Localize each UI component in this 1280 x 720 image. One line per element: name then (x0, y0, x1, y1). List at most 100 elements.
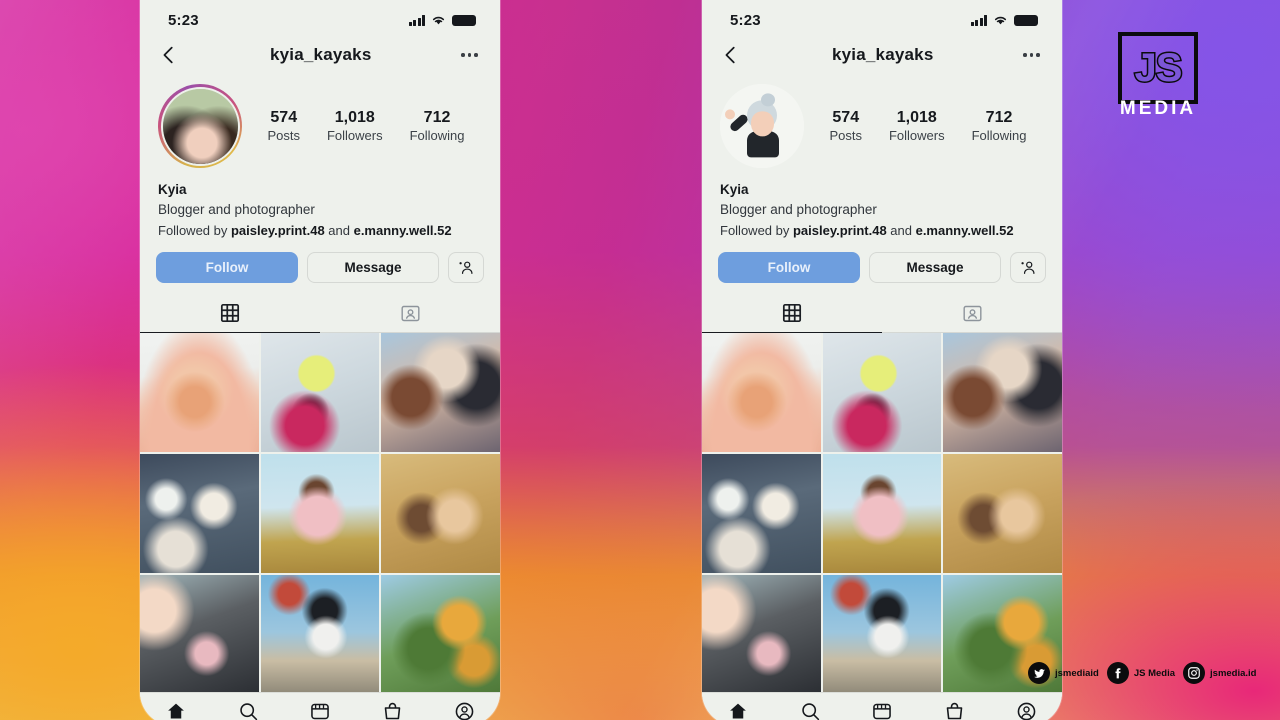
add-person-button[interactable] (448, 252, 484, 284)
status-clock: 5:23 (168, 11, 199, 29)
stats-group: 574 Posts 1,018 Followers 712 Following (242, 108, 478, 145)
stat-posts[interactable]: 574 Posts (829, 108, 862, 145)
grid-post[interactable] (822, 575, 942, 692)
social-facebook[interactable]: JS Media (1106, 662, 1175, 684)
followed-by-join: and (324, 222, 354, 238)
phone-mockup-right: 5:23 kyia_kayaks 574 Posts 1,018 Followe… (702, 0, 1062, 720)
page-title: kyia_kayaks (832, 45, 934, 64)
stat-following[interactable]: 712 Following (972, 108, 1027, 145)
status-bar: 5:23 (702, 0, 1062, 34)
mutual-follower-1[interactable]: paisley.print.48 (231, 223, 325, 238)
grid-post[interactable] (702, 333, 821, 453)
grid-post[interactable] (260, 575, 380, 692)
battery-full-icon (452, 14, 476, 26)
bio-text: Blogger and photographer (158, 202, 315, 218)
add-person-button[interactable] (1010, 252, 1046, 284)
profile-icon[interactable] (1016, 701, 1037, 720)
profile-bio: Kyia Blogger and photographer Followed b… (702, 168, 1062, 240)
back-chevron-icon[interactable] (158, 44, 180, 66)
avatar[interactable] (720, 84, 804, 168)
grid-post[interactable] (943, 454, 1062, 574)
search-icon[interactable] (800, 701, 821, 720)
phone-mockup-left: 5:23 kyia_kayaks 574 Posts 1,018 Followe… (140, 0, 500, 720)
tab-grid-posts[interactable] (140, 293, 320, 333)
shop-icon[interactable] (944, 701, 965, 720)
profile-header: kyia_kayaks (702, 34, 1062, 76)
grid-post[interactable] (381, 575, 500, 692)
battery-full-icon (1014, 14, 1038, 26)
more-options-icon[interactable] (1023, 53, 1040, 57)
search-icon[interactable] (238, 701, 259, 720)
follow-button[interactable]: Follow (156, 252, 298, 284)
display-name: Kyia (158, 182, 187, 197)
grid-post[interactable] (140, 454, 259, 574)
message-button[interactable]: Message (307, 252, 439, 284)
stat-label: Posts (267, 127, 300, 143)
add-person-icon (1021, 261, 1035, 274)
profile-tabs (702, 293, 1062, 334)
grid-post[interactable] (702, 575, 821, 692)
grid-post[interactable] (702, 454, 821, 574)
message-button[interactable]: Message (869, 252, 1001, 284)
mutual-follower-1[interactable]: paisley.print.48 (793, 223, 887, 238)
status-indicators (408, 14, 476, 26)
followed-by-prefix: Followed by (158, 222, 231, 238)
back-chevron-icon[interactable] (720, 44, 742, 66)
wifi-icon (994, 16, 1007, 25)
reels-icon[interactable] (871, 701, 893, 720)
stat-following[interactable]: 712 Following (410, 108, 465, 145)
grid-post[interactable] (260, 333, 380, 453)
logo-box: JS (1118, 32, 1198, 104)
page-title: kyia_kayaks (270, 45, 372, 64)
grid-post[interactable] (943, 333, 1062, 453)
profile-icon[interactable] (454, 701, 475, 720)
home-icon[interactable] (165, 701, 187, 720)
grid-post[interactable] (381, 333, 500, 453)
home-icon[interactable] (727, 701, 749, 720)
tab-grid-posts[interactable] (702, 293, 882, 333)
stat-label: Following (971, 127, 1027, 143)
followed-by-join: and (886, 222, 916, 238)
mutual-follower-2[interactable]: e.manny.well.52 (916, 223, 1014, 238)
avatar[interactable] (158, 84, 242, 168)
followed-by-prefix: Followed by (720, 222, 793, 238)
stat-followers[interactable]: 1,018 Followers (327, 108, 383, 145)
reels-icon[interactable] (309, 701, 331, 720)
grid-posts-icon (782, 304, 802, 323)
social-instagram[interactable]: jsmedia.id (1183, 662, 1256, 684)
followed-by-text: Followed by paisley.print.48 and e.manny… (158, 221, 482, 241)
shop-icon[interactable] (382, 701, 403, 720)
grid-post[interactable] (140, 333, 259, 453)
grid-post[interactable] (140, 575, 259, 692)
social-twitter[interactable]: jsmediaid (1028, 662, 1099, 684)
logo-media-text: MEDIA (1119, 98, 1197, 119)
tagged-photos-icon (962, 305, 982, 322)
tab-tagged-photos[interactable] (882, 293, 1062, 333)
tab-tagged-photos[interactable] (320, 293, 500, 333)
avatar-image (720, 84, 804, 168)
grid-post[interactable] (822, 333, 942, 453)
stat-value: 1,018 (334, 108, 375, 126)
follow-button[interactable]: Follow (718, 252, 860, 284)
photo-grid (702, 333, 1062, 692)
profile-tabs (140, 293, 500, 334)
grid-post[interactable] (260, 454, 380, 574)
status-bar: 5:23 (140, 0, 500, 34)
profile-bio: Kyia Blogger and photographer Followed b… (140, 168, 500, 240)
stat-label: Following (409, 127, 465, 143)
stat-value: 712 (985, 108, 1013, 126)
more-options-icon[interactable] (461, 53, 478, 57)
profile-actions: Follow Message (702, 240, 1062, 284)
mutual-follower-2[interactable]: e.manny.well.52 (354, 223, 452, 238)
stat-posts[interactable]: 574 Posts (267, 108, 300, 145)
grid-post[interactable] (822, 454, 942, 574)
bottom-navigation (702, 692, 1062, 720)
stat-label: Followers (888, 127, 945, 143)
tagged-photos-icon (400, 305, 420, 322)
status-clock: 5:23 (730, 11, 761, 29)
followed-by-text: Followed by paisley.print.48 and e.manny… (720, 221, 1044, 241)
logo-js-text: JS (1133, 44, 1184, 91)
wifi-icon (432, 16, 445, 25)
stat-followers[interactable]: 1,018 Followers (889, 108, 945, 145)
grid-post[interactable] (381, 454, 500, 574)
